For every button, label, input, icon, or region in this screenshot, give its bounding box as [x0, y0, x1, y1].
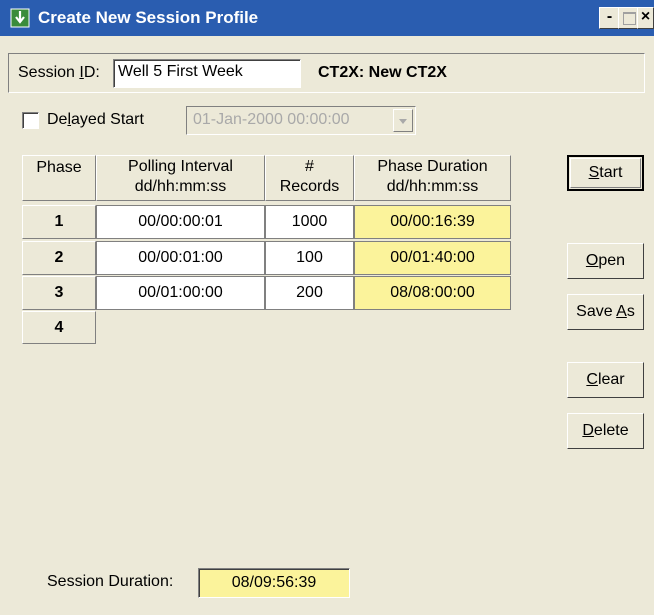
delayed-start-checkbox[interactable] [22, 112, 39, 129]
window-title: Create New Session Profile [38, 8, 259, 27]
phase-2-interval[interactable]: 00/00:01:00 [96, 241, 265, 275]
phase-2-records[interactable]: 100 [265, 241, 354, 275]
start-button[interactable]: Start [567, 155, 644, 191]
datetime-dropdown-button [393, 109, 413, 132]
create-session-window: Create New Session Profile - × Session I… [0, 0, 654, 615]
device-label: CT2X: New CT2X [318, 64, 447, 81]
close-icon: × [640, 8, 651, 25]
phase-1-interval[interactable]: 00/00:00:01 [96, 205, 265, 239]
title-bar[interactable]: Create New Session Profile - × [0, 0, 654, 36]
phase-3-duration: 08/08:00:00 [354, 276, 511, 310]
start-datetime-picker: 01-Jan-2000 00:00:00 [186, 106, 416, 135]
phase-3-records[interactable]: 200 [265, 276, 354, 310]
maximize-button [618, 7, 639, 29]
download-arrow-icon [10, 8, 30, 28]
session-id-label: Session ID: [18, 64, 100, 81]
phase-3-header: 3 [22, 276, 96, 310]
phase-1-duration: 00/00:16:39 [354, 205, 511, 239]
phase-4-header: 4 [22, 311, 96, 344]
phase-1-header: 1 [22, 205, 96, 239]
delete-button[interactable]: Delete [567, 413, 644, 449]
header-polling-interval: Polling Interval dd/hh:mm:ss [96, 155, 265, 201]
header-records: # Records [265, 155, 354, 201]
session-id-input[interactable]: Well 5 First Week [113, 59, 301, 88]
save-as-button[interactable]: Save As [567, 294, 644, 330]
close-button[interactable]: × [637, 7, 654, 29]
header-phase: Phase [22, 155, 96, 201]
session-id-value: Well 5 First Week [118, 63, 243, 80]
phase-3-interval[interactable]: 00/01:00:00 [96, 276, 265, 310]
minimize-button[interactable]: - [599, 7, 620, 29]
session-duration-label: Session Duration: [47, 573, 174, 590]
start-datetime-value: 01-Jan-2000 00:00:00 [193, 111, 350, 128]
phase-2-header: 2 [22, 241, 96, 275]
phase-1-records[interactable]: 1000 [265, 205, 354, 239]
header-phase-duration: Phase Duration dd/hh:mm:ss [354, 155, 511, 201]
minimize-icon: - [606, 8, 613, 25]
session-duration-value: 08/09:56:39 [198, 568, 350, 598]
delayed-start-label: Delayed Start [47, 111, 144, 128]
phase-2-duration: 00/01:40:00 [354, 241, 511, 275]
session-group: Session ID: Well 5 First Week CT2X: New … [8, 53, 645, 93]
maximize-icon [623, 12, 636, 25]
clear-button[interactable]: Clear [567, 362, 644, 398]
chevron-down-icon [399, 119, 407, 124]
open-button[interactable]: Open [567, 243, 644, 279]
